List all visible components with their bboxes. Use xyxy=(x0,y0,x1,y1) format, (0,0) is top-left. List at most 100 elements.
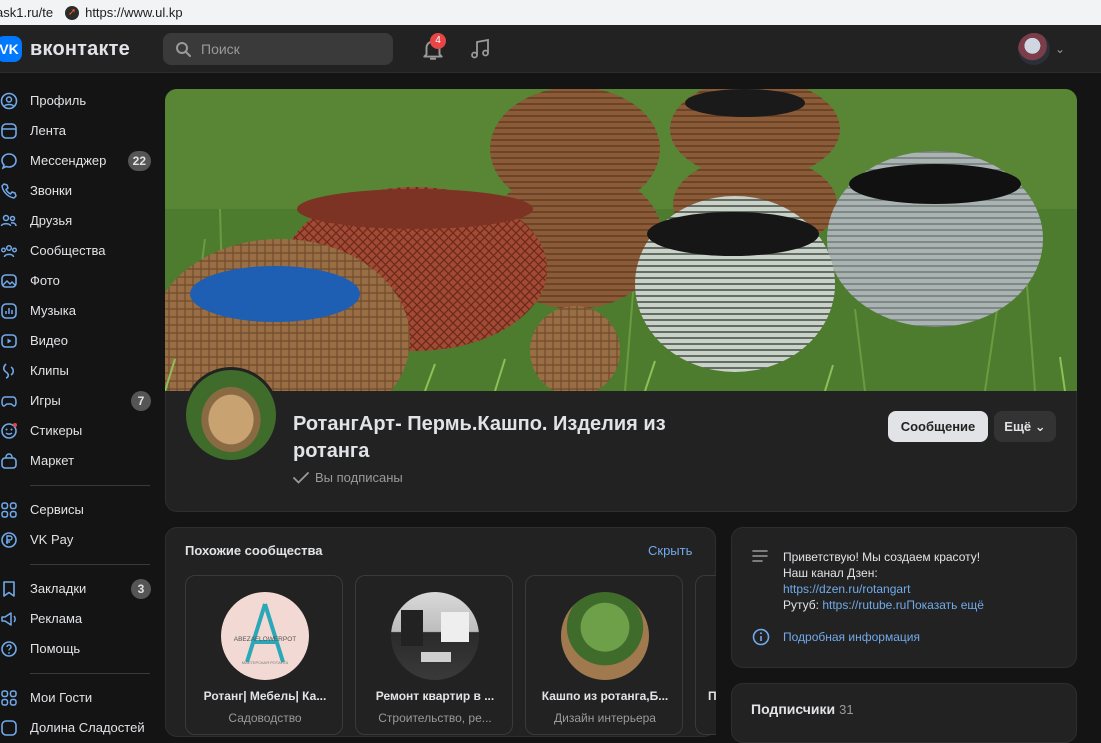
logo-text: вконтакте xyxy=(30,37,130,60)
abeza-logo-text: ABEZAFLOWERPOT xyxy=(234,636,297,643)
similar-community-tile[interactable]: Кашпо из ротанга,Б... Дизайн интерьера xyxy=(525,575,683,735)
similar-community-name: Ротанг| Мебель| Ка... xyxy=(203,689,327,703)
bookmark-ask1[interactable]: ask1.ru/te xyxy=(0,5,53,20)
sidebar-item-clips[interactable]: Клипы xyxy=(0,356,152,386)
sidebar-item-sweets-valley[interactable]: Долина Сладостей xyxy=(0,713,152,743)
detailed-info-link[interactable]: Подробная информация xyxy=(783,630,920,644)
phone-icon xyxy=(1,183,17,199)
messenger-icon xyxy=(1,153,17,170)
similar-community-avatar xyxy=(561,592,649,680)
sidebar-item-friends[interactable]: Друзья xyxy=(0,206,152,236)
community-avatar[interactable] xyxy=(183,367,279,463)
communities-icon xyxy=(1,244,17,258)
user-avatar[interactable] xyxy=(1018,33,1050,65)
similar-community-category: Строительство, ре... xyxy=(378,711,492,725)
sidebar-item-feed[interactable]: Лента xyxy=(0,116,152,146)
sidebar-divider xyxy=(30,485,150,486)
services-icon xyxy=(1,502,17,518)
similar-community-tile[interactable]: ABEZAFLOWERPOT МАСТЕРСКАЯ РОТАНГА Ротанг… xyxy=(185,575,343,735)
show-more-link[interactable]: Показать ещё xyxy=(906,598,984,612)
sidebar-item-help[interactable]: Помощь xyxy=(0,634,152,664)
sidebar-item-bookmarks[interactable]: Закладки 3 xyxy=(0,574,152,604)
feed-icon xyxy=(1,123,17,139)
top-header: VK вконтакте ⌄ xyxy=(0,25,1101,73)
sidebar-item-vkpay[interactable]: VK Pay xyxy=(0,525,152,555)
vk-logo[interactable]: VK вконтакте xyxy=(0,36,130,62)
community-title: РотангАрт- Пермь.Кашпо. Изделия из ротан… xyxy=(293,413,666,462)
room-photo xyxy=(401,610,469,662)
similar-community-name: П xyxy=(708,689,716,703)
sidebar-item-ads[interactable]: Реклама xyxy=(0,604,152,634)
friends-icon xyxy=(0,214,17,227)
music-icon xyxy=(1,303,17,319)
bookmarks-icon xyxy=(3,581,15,597)
bookmarks-count-badge: 3 xyxy=(131,579,151,599)
chevron-down-icon[interactable]: ⌄ xyxy=(1055,42,1067,56)
bookmark-bar: ask1.ru/te ➚ https://www.ul.kp xyxy=(0,0,1101,25)
ads-icon xyxy=(1,612,16,626)
checkmark-icon xyxy=(293,471,309,484)
abeza-logo: ABEZAFLOWERPOT МАСТЕРСКАЯ РОТАНГА xyxy=(234,603,297,665)
sidebar-item-photo[interactable]: Фото xyxy=(0,266,152,296)
abeza-logo-subtext: МАСТЕРСКАЯ РОТАНГА xyxy=(242,660,289,665)
app-icon xyxy=(1,720,17,736)
more-button-label: Ещё xyxy=(1004,419,1032,434)
similar-community-avatar xyxy=(391,592,479,680)
guests-icon xyxy=(1,690,17,706)
rutube-link[interactable]: https://rutube.ru xyxy=(822,598,906,612)
more-button[interactable]: Ещё ⌄ xyxy=(994,411,1056,442)
similar-community-category: Дизайн интерьера xyxy=(554,711,656,725)
sidebar-item-guests[interactable]: Мои Гости xyxy=(0,683,152,713)
vk-logo-icon: VK xyxy=(0,36,22,62)
description-lines-icon xyxy=(752,550,768,562)
dzen-link[interactable]: https://dzen.ru/rotangart xyxy=(783,582,910,596)
sidebar-item-services[interactable]: Сервисы xyxy=(0,495,152,525)
similar-community-avatar: ABEZAFLOWERPOT МАСТЕРСКАЯ РОТАНГА xyxy=(221,592,309,680)
community-cover-image[interactable] xyxy=(165,89,1077,391)
sidebar-item-calls[interactable]: Звонки xyxy=(0,176,152,206)
similar-community-name: Кашпо из ротанга,Б... xyxy=(541,689,669,703)
video-icon xyxy=(1,334,17,348)
search-icon xyxy=(176,42,191,57)
similar-community-name: Ремонт квартир в ... xyxy=(375,689,495,703)
subscribers-title-label: Подписчики xyxy=(751,701,836,717)
search-input[interactable] xyxy=(199,40,379,58)
subscription-status-label: Вы подписаны xyxy=(315,470,403,485)
bookmark-ulkp[interactable]: ➚ https://www.ul.kp xyxy=(65,5,183,20)
subscribers-count: 31 xyxy=(839,702,854,717)
similar-community-category: Садоводство xyxy=(228,711,302,725)
vkpay-icon xyxy=(1,532,17,548)
profile-icon xyxy=(0,92,18,110)
hide-similar-link[interactable]: Скрыть xyxy=(648,543,692,558)
sidebar-item-communities[interactable]: Сообщества xyxy=(0,236,152,266)
sidebar-item-profile[interactable]: Профиль xyxy=(0,86,152,116)
sidebar: Профиль Лента Мессенджер 22 Звонки Друзь… xyxy=(0,86,152,743)
subscribers-title[interactable]: Подписчики 31 xyxy=(751,701,854,717)
bookmark-ulkp-label: https://www.ul.kp xyxy=(85,5,183,20)
games-count-badge: 7 xyxy=(131,391,151,411)
music-note-icon[interactable] xyxy=(468,37,492,61)
search-box[interactable] xyxy=(163,33,393,65)
message-button[interactable]: Сообщение xyxy=(888,411,988,442)
sidebar-divider xyxy=(30,673,150,674)
site-favicon-icon: ➚ xyxy=(65,5,80,20)
sidebar-item-video[interactable]: Видео xyxy=(0,326,152,356)
help-icon xyxy=(1,641,17,657)
similar-communities-title: Похожие сообщества xyxy=(185,543,323,558)
community-description: Приветствую! Мы создаем красоту! Наш кан… xyxy=(783,549,984,613)
subscription-status[interactable]: Вы подписаны xyxy=(293,470,403,485)
photo-icon xyxy=(1,274,17,288)
sidebar-item-games[interactable]: Игры 7 xyxy=(0,386,152,416)
sidebar-item-music[interactable]: Музыка xyxy=(0,296,152,326)
similar-community-tile[interactable]: П xyxy=(695,575,716,735)
stickers-icon xyxy=(1,423,17,439)
sidebar-item-messenger[interactable]: Мессенджер 22 xyxy=(0,146,152,176)
messenger-count-badge: 22 xyxy=(127,151,151,171)
info-icon xyxy=(752,628,770,646)
sidebar-item-market[interactable]: Маркет xyxy=(0,446,152,476)
sidebar-item-stickers[interactable]: Стикеры xyxy=(0,416,152,446)
games-icon xyxy=(1,396,17,407)
chevron-down-icon: ⌄ xyxy=(1034,419,1046,434)
similar-community-tile[interactable]: Ремонт квартир в ... Строительство, ре..… xyxy=(355,575,513,735)
sidebar-divider xyxy=(30,564,150,565)
